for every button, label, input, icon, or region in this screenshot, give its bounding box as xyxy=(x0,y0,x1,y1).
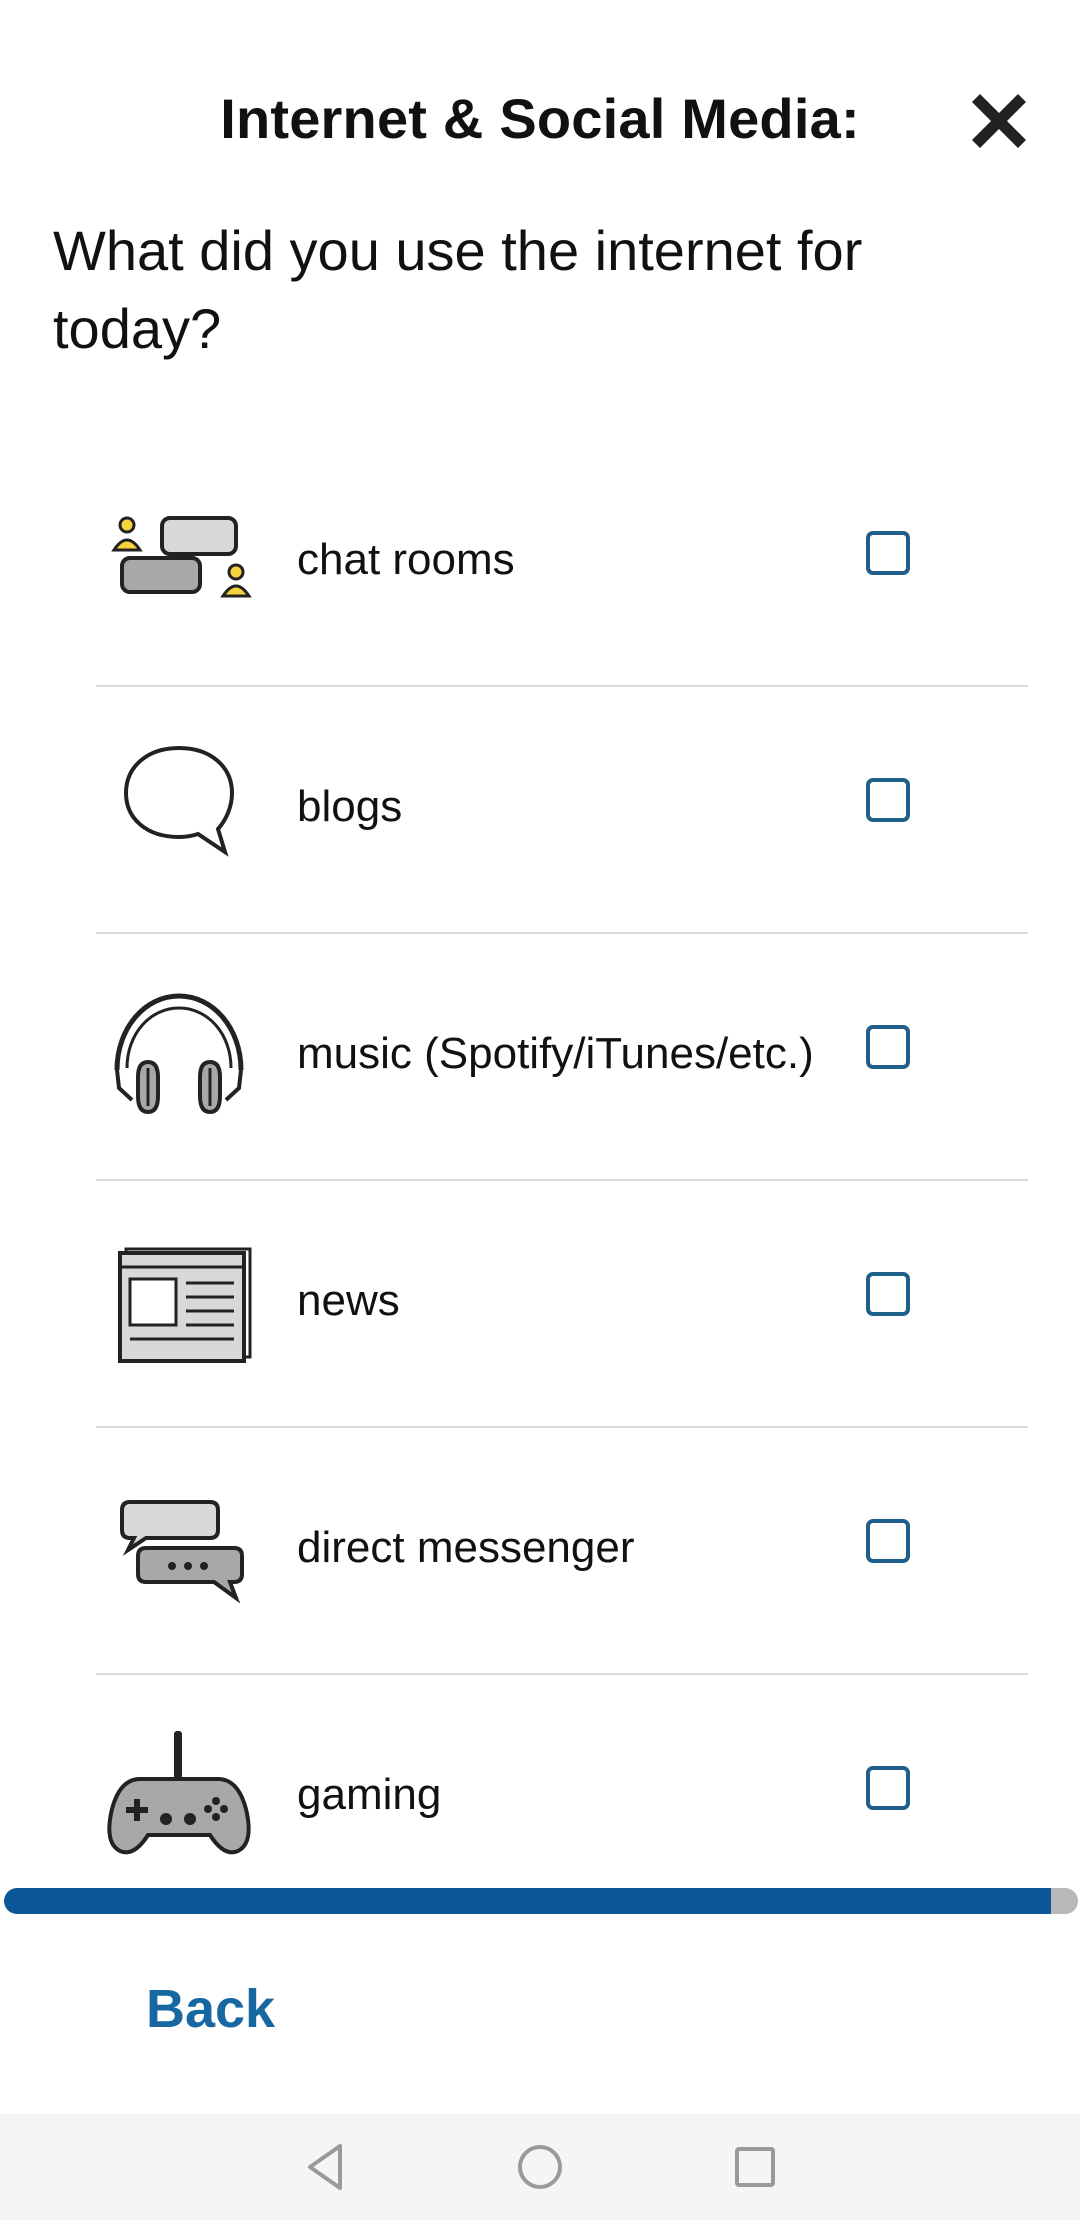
close-button[interactable] xyxy=(966,88,1032,154)
newspaper-icon xyxy=(104,1223,254,1373)
chat-rooms-icon xyxy=(104,482,254,632)
nav-home-button[interactable] xyxy=(507,2134,573,2200)
game-controller-icon xyxy=(104,1717,254,1867)
option-row-chat-rooms[interactable]: chat rooms xyxy=(96,440,1028,687)
page-title: Internet & Social Media: xyxy=(220,87,860,150)
system-nav-bar xyxy=(0,2114,1080,2220)
options-list[interactable]: chat rooms blogs music (Spotify/iTunes/e… xyxy=(0,440,1080,1880)
option-row-gaming[interactable]: gaming xyxy=(96,1675,1028,1880)
progress-bar xyxy=(4,1888,1078,1914)
option-checkbox[interactable] xyxy=(866,1766,910,1810)
recents-square-icon xyxy=(735,2147,775,2187)
question-text: What did you use the internet for today? xyxy=(53,219,863,360)
option-row-music[interactable]: music (Spotify/iTunes/etc.) xyxy=(96,934,1028,1181)
option-row-direct-messenger[interactable]: direct messenger xyxy=(96,1428,1028,1675)
progress-fill xyxy=(4,1888,1052,1914)
survey-screen: Internet & Social Media: What did you us… xyxy=(0,0,1080,2220)
option-checkbox[interactable] xyxy=(866,1519,910,1563)
option-row-news[interactable]: news xyxy=(96,1181,1028,1428)
option-label: direct messenger xyxy=(297,1523,635,1572)
back-triangle-icon xyxy=(308,2144,342,2190)
option-checkbox[interactable] xyxy=(866,1272,910,1316)
messenger-icon xyxy=(104,1470,254,1620)
close-icon xyxy=(972,94,1026,148)
option-checkbox[interactable] xyxy=(866,531,910,575)
option-checkbox[interactable] xyxy=(866,778,910,822)
nav-back-button[interactable] xyxy=(294,2134,360,2200)
option-label: chat rooms xyxy=(297,535,515,584)
home-circle-icon xyxy=(518,2145,562,2189)
option-label: gaming xyxy=(297,1770,442,1819)
headphones-icon xyxy=(104,976,254,1126)
option-label: news xyxy=(297,1276,400,1325)
option-label: blogs xyxy=(297,782,403,831)
option-label: music (Spotify/iTunes/etc.) xyxy=(297,1029,814,1078)
speech-bubble-icon xyxy=(104,729,254,879)
nav-recents-button[interactable] xyxy=(722,2134,788,2200)
header: Internet & Social Media: xyxy=(0,0,1080,200)
option-checkbox[interactable] xyxy=(866,1025,910,1069)
option-row-blogs[interactable]: blogs xyxy=(96,687,1028,934)
back-button[interactable]: Back xyxy=(146,1978,275,2040)
